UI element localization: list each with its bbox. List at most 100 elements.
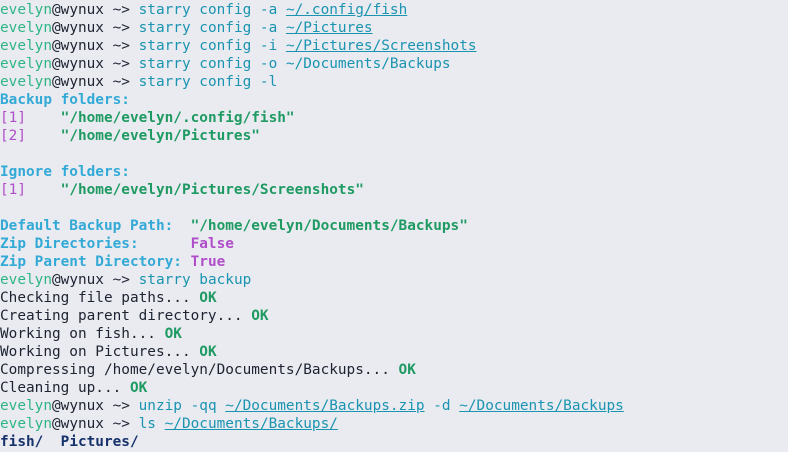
prompt-at: @	[51, 272, 61, 288]
prompt-arrow: ~>	[103, 20, 139, 36]
terminal-line: [1] "/home/evelyn/.config/fish"	[0, 109, 788, 127]
folder-path: "/home/evelyn/Pictures"	[60, 128, 260, 144]
terminal-line: Checking file paths... OK	[0, 289, 788, 307]
terminal-line: Default Backup Path: "/home/evelyn/Docum…	[0, 217, 788, 235]
prompt-host: wynux	[60, 74, 104, 90]
terminal-line: [2] "/home/evelyn/Pictures"	[0, 127, 788, 145]
command-flag: -d	[424, 398, 460, 414]
section-header: Backup folders:	[0, 92, 130, 108]
setting-label: Zip Parent Directory:	[0, 254, 182, 270]
prompt-user: evelyn	[0, 20, 52, 36]
prompt-host: wynux	[60, 56, 104, 72]
path-link[interactable]: ~/Pictures/Screenshots	[286, 38, 477, 54]
prompt-at: @	[51, 20, 61, 36]
prompt-at: @	[51, 398, 61, 414]
directory-entry: Pictures/	[60, 434, 139, 450]
terminal-line: evelyn@wynux ~> starry config -a ~/Pictu…	[0, 19, 788, 37]
section-header: Ignore folders:	[0, 164, 130, 180]
prompt-user: evelyn	[0, 74, 52, 90]
prompt-arrow: ~>	[103, 38, 139, 54]
terminal-line: evelyn@wynux ~> ls ~/Documents/Backups/	[0, 415, 788, 433]
progress-text: Compressing /home/evelyn/Documents/Backu…	[0, 362, 399, 378]
terminal-line: evelyn@wynux ~> starry config -l	[0, 73, 788, 91]
prompt-at: @	[51, 74, 61, 90]
prompt-user: evelyn	[0, 38, 52, 54]
terminal-line: evelyn@wynux ~> starry backup	[0, 271, 788, 289]
prompt-host: wynux	[60, 2, 104, 18]
status-ok: OK	[164, 326, 182, 342]
command-text: starry config -l	[138, 74, 278, 90]
progress-text: Creating parent directory...	[0, 308, 252, 324]
prompt-at: @	[51, 38, 61, 54]
status-ok: OK	[251, 308, 269, 324]
command-text: starry config -a	[138, 2, 286, 18]
command-text: starry config -i	[138, 38, 286, 54]
terminal-line: evelyn@wynux ~> starry config -a ~/.conf…	[0, 1, 788, 19]
prompt-host: wynux	[60, 20, 104, 36]
terminal-line: Working on fish... OK	[0, 325, 788, 343]
setting-value: True	[190, 254, 226, 270]
prompt-arrow: ~>	[103, 74, 139, 90]
prompt-arrow: ~>	[103, 416, 139, 432]
prompt-user: evelyn	[0, 272, 52, 288]
command-text: starry config -a	[138, 20, 286, 36]
path-link[interactable]: ~/Pictures	[286, 20, 373, 36]
path-link[interactable]: ~/Documents/Backups/	[165, 416, 338, 432]
terminal-window[interactable]: evelyn@wynux ~> starry config -a ~/.conf…	[0, 0, 788, 452]
list-index: [1]	[0, 110, 26, 126]
directory-entry: fish/	[0, 434, 44, 450]
terminal-line: evelyn@wynux ~> starry config -o ~/Docum…	[0, 55, 788, 73]
path-link[interactable]: ~/.config/fish	[286, 2, 407, 18]
setting-label: Zip Directories:	[0, 236, 139, 252]
folder-path: "/home/evelyn/Pictures/Screenshots"	[60, 182, 364, 198]
terminal-line: [1] "/home/evelyn/Pictures/Screenshots"	[0, 181, 788, 199]
prompt-arrow: ~>	[103, 398, 139, 414]
prompt-host: wynux	[60, 272, 104, 288]
prompt-host: wynux	[60, 416, 104, 432]
terminal-line: evelyn@wynux ~> unzip -qq ~/Documents/Ba…	[0, 397, 788, 415]
terminal-line: Ignore folders:	[0, 163, 788, 181]
prompt-user: evelyn	[0, 2, 52, 18]
status-ok: OK	[129, 380, 148, 396]
terminal-line: Working on Pictures... OK	[0, 343, 788, 361]
terminal-line: fish/ Pictures/	[0, 433, 788, 451]
setting-label: Default Backup Path:	[0, 218, 174, 234]
command-text: unzip -qq	[138, 398, 226, 414]
prompt-arrow: ~>	[103, 272, 139, 288]
command-text: starry config -o ~/Documents/Backups	[138, 56, 451, 72]
setting-value: "/home/evelyn/Documents/Backups"	[190, 218, 468, 234]
terminal-line: Cleaning up... OK	[0, 379, 788, 397]
command-text: ls	[138, 416, 165, 432]
progress-text: Cleaning up...	[0, 380, 130, 396]
status-ok: OK	[199, 344, 217, 360]
terminal-line: Backup folders:	[0, 91, 788, 109]
prompt-user: evelyn	[0, 398, 52, 414]
terminal-line: Zip Directories: False	[0, 235, 788, 253]
terminal-line: Compressing /home/evelyn/Documents/Backu…	[0, 361, 788, 379]
folder-path: "/home/evelyn/.config/fish"	[60, 110, 295, 126]
prompt-at: @	[51, 56, 61, 72]
terminal-line: evelyn@wynux ~> starry config -i ~/Pictu…	[0, 37, 788, 55]
progress-text: Working on Pictures...	[0, 344, 200, 360]
prompt-at: @	[51, 2, 61, 18]
list-index: [2]	[0, 128, 26, 144]
prompt-host: wynux	[60, 38, 104, 54]
command-text: starry backup	[138, 272, 252, 288]
progress-text: Checking file paths...	[0, 290, 200, 306]
prompt-arrow: ~>	[103, 56, 139, 72]
status-ok: OK	[199, 290, 217, 306]
status-ok: OK	[398, 362, 416, 378]
path-link[interactable]: ~/Documents/Backups	[459, 398, 624, 414]
terminal-line: Zip Parent Directory: True	[0, 253, 788, 271]
prompt-user: evelyn	[0, 56, 52, 72]
prompt-user: evelyn	[0, 416, 52, 432]
setting-value: False	[190, 236, 234, 252]
terminal-line: Creating parent directory... OK	[0, 307, 788, 325]
prompt-arrow: ~>	[103, 2, 139, 18]
progress-text: Working on fish...	[0, 326, 165, 342]
path-link[interactable]: ~/Documents/Backups.zip	[225, 398, 424, 414]
list-index: [1]	[0, 182, 26, 198]
prompt-host: wynux	[60, 398, 104, 414]
